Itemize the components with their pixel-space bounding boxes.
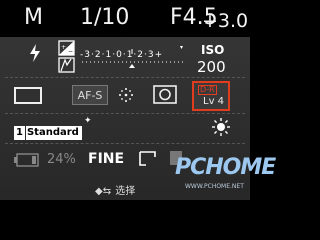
divider: [5, 143, 245, 144]
battery-icon: [14, 152, 40, 167]
divider: [5, 113, 245, 114]
dro-setting[interactable]: D-R Lv 4: [192, 81, 230, 111]
shooting-mode: M: [24, 5, 43, 30]
shutter-speed: 1/10: [80, 5, 130, 30]
white-balance-icon[interactable]: [211, 117, 231, 137]
dro-label: D-R: [198, 85, 217, 95]
watermark-text: PCHOME: [175, 155, 276, 180]
metering-icon[interactable]: [152, 84, 178, 106]
sparkle-icon: ✦: [84, 116, 92, 126]
ev-scale-label: 3+: [147, 50, 164, 60]
ev-scale-label: 2: [137, 50, 145, 60]
aspect-ratio-icon[interactable]: [138, 150, 158, 168]
exposure-scale[interactable]: -3·2·1·0·1·2·3+: [80, 46, 186, 68]
iso-label: ISO: [201, 43, 225, 57]
hint-text: 选择: [115, 186, 136, 197]
ev-scale-label: 0: [116, 50, 123, 60]
watermark-logo: PCHOME WWW.PCHOME.NET: [175, 155, 276, 195]
creative-style-name: Standard: [25, 126, 82, 140]
af-area-icon[interactable]: [115, 85, 137, 105]
creative-style-setting[interactable]: 1 Standard ✦: [14, 116, 92, 140]
top-exposure-bar: M 1/10 F4.5 +3.0: [0, 0, 250, 42]
ev-scale-label: -3: [80, 50, 91, 60]
battery-percentage: 24%: [47, 152, 76, 167]
image-quality[interactable]: FINE: [88, 151, 124, 167]
ev-scale-label: 1: [126, 50, 134, 60]
dro-level: Lv 4: [203, 96, 225, 107]
watermark-url: WWW.PCHOME.NET: [185, 183, 244, 190]
svg-text:+: +: [61, 44, 66, 51]
iso-value[interactable]: 200: [197, 58, 226, 76]
af-mode-button[interactable]: AF-S: [72, 85, 108, 105]
ev-scale-label: 1: [105, 50, 113, 60]
ev-scale-label: 2: [94, 50, 102, 60]
flash-icon[interactable]: [28, 43, 42, 63]
creative-style-number: 1: [14, 126, 25, 140]
drive-mode-icon[interactable]: [14, 87, 42, 104]
exposure-compensation-value: +3.0: [202, 10, 249, 32]
exposure-comp-icon[interactable]: + −: [58, 40, 76, 74]
divider: [5, 77, 245, 78]
svg-text:−: −: [68, 48, 73, 55]
navigation-hint: ◆⇆ 选择: [95, 182, 135, 197]
navigate-arrows-icon: ◆⇆: [95, 186, 112, 197]
